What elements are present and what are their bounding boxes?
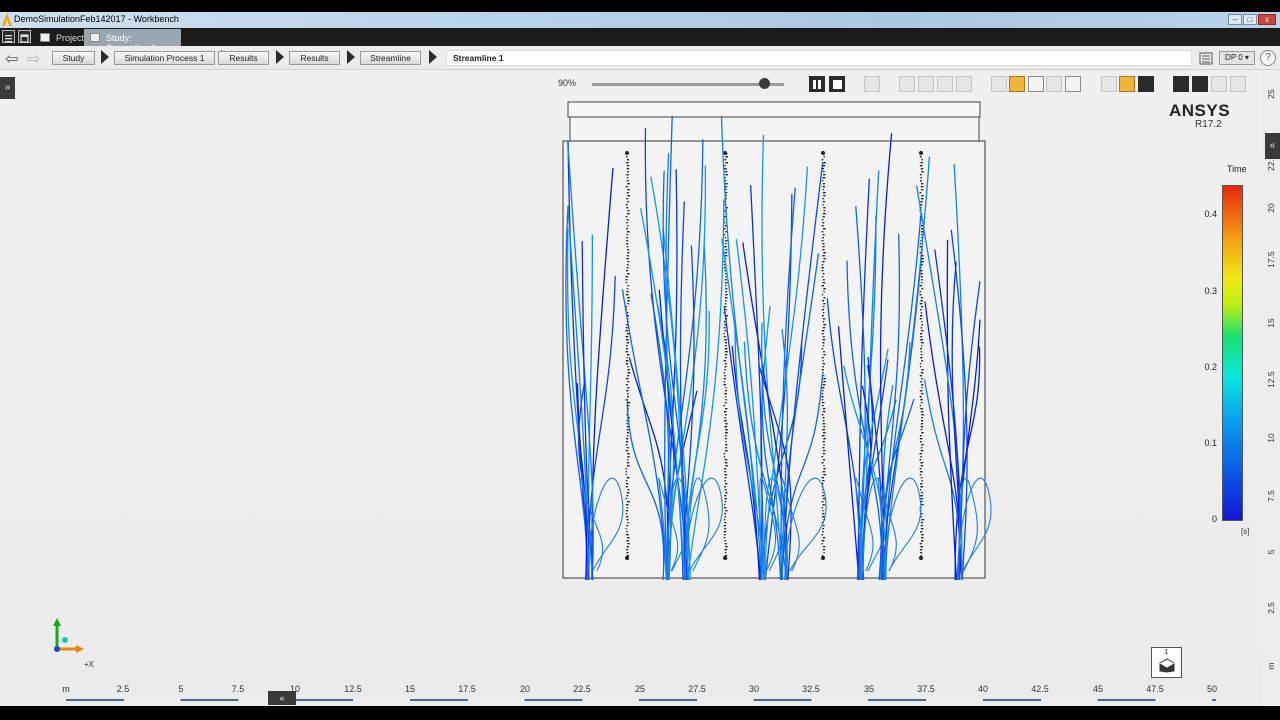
crumb-separator-icon — [429, 50, 437, 64]
bottom-border — [0, 706, 1280, 720]
graphics-viewport[interactable]: » 90% ANSYS R17.2 Time 0.4 0.3 0.2 0.1 0… — [0, 71, 1262, 706]
design-point-dropdown[interactable]: DP 0 ▾ — [1219, 51, 1255, 65]
back-arrow-icon[interactable]: ⇦ — [5, 49, 18, 69]
settings-list-icon[interactable] — [1199, 52, 1213, 65]
ansys-app-icon — [2, 13, 12, 26]
crumb-separator-icon — [101, 50, 109, 64]
minimize-button[interactable]: – — [1228, 14, 1242, 25]
vruler-tick-label: 5 — [1266, 549, 1276, 555]
study-icon — [90, 33, 100, 42]
project-icon — [40, 33, 50, 42]
breadcrumb: ⇦ ⇨ Study Simulation Process 1 Results R… — [0, 46, 1280, 70]
vruler-tick-label: 12.5 — [1266, 371, 1276, 388]
tab-project-label: Project — [56, 33, 85, 43]
tab-project[interactable]: Project — [34, 29, 85, 46]
breadcrumb-field — [446, 50, 1192, 66]
crumb-separator-icon — [276, 50, 284, 64]
close-button[interactable]: x — [1258, 14, 1276, 25]
tab-study-streamline[interactable]: Study: Streamline 1 — [84, 29, 181, 53]
vruler-tick-label: 2.5 — [1266, 602, 1276, 614]
crumb-streamline[interactable]: Streamline — [360, 51, 421, 65]
crumb-current: Streamline 1 — [453, 53, 504, 63]
vruler-tick-label: 17.5 — [1266, 251, 1276, 268]
workbench-window: DemoSimulationFeb142017 - Workbench – □ … — [0, 0, 1280, 720]
crumb-study[interactable]: Study — [52, 51, 95, 65]
tab-strip: Project Study: Streamline 1 — [0, 28, 1280, 53]
vruler-tick-label: 22.5 — [1266, 154, 1276, 171]
vruler-tick-label: 7.5 — [1266, 490, 1276, 502]
layout-icon[interactable] — [18, 30, 31, 43]
vruler-tick-label: 25 — [1266, 89, 1276, 99]
window-title: DemoSimulationFeb142017 - Workbench — [14, 14, 179, 24]
vruler-tick-label: 20 — [1266, 203, 1276, 213]
crumb-separator-icon — [347, 50, 355, 64]
vruler-tick-label: 15 — [1266, 318, 1276, 328]
forward-arrow-icon[interactable]: ⇨ — [27, 49, 40, 69]
domain-header — [569, 116, 980, 142]
streamline-plot — [562, 101, 992, 581]
domain-top-plate — [567, 101, 981, 118]
vruler-tick-label: 10 — [1266, 433, 1276, 443]
vruler-tick-label: m — [1266, 662, 1276, 670]
maximize-button[interactable]: □ — [1243, 14, 1257, 25]
crumb-results-2[interactable]: Results — [289, 51, 340, 65]
help-icon[interactable]: ? — [1260, 50, 1276, 66]
vertical-ruler: « 25 22.5 20 17.5 15 12.5 10 7.5 5 2.5 m — [1262, 71, 1280, 706]
top-border — [0, 0, 1280, 12]
menu-icon[interactable] — [2, 30, 15, 43]
crumb-simulation-process[interactable]: Simulation Process 1 — [114, 51, 215, 65]
crumb-results-1[interactable]: Results — [218, 51, 269, 65]
title-bar: DemoSimulationFeb142017 - Workbench – □ … — [0, 12, 1280, 28]
